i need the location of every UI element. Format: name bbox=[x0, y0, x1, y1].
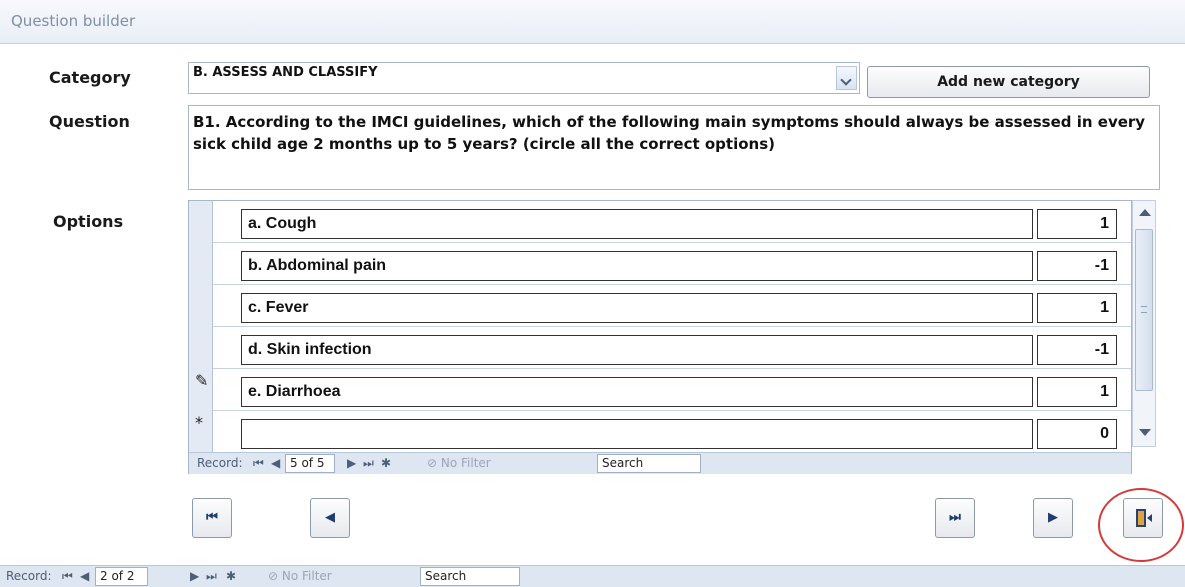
filter-icon: ⊘ bbox=[427, 456, 441, 470]
search-field[interactable]: Search bbox=[597, 454, 701, 473]
option-row: ✎ e. Diarrhoea 1 bbox=[189, 369, 1131, 411]
grip-icon bbox=[1141, 306, 1147, 313]
option-score: 1 bbox=[1100, 383, 1109, 400]
previous-record-icon: ◀ bbox=[325, 510, 335, 525]
options-scrollbar[interactable] bbox=[1132, 200, 1156, 447]
record-position-field[interactable]: 5 of 5 bbox=[285, 454, 335, 473]
add-new-category-button[interactable]: Add new category bbox=[867, 66, 1150, 98]
record-selector[interactable] bbox=[189, 201, 213, 243]
record-selector[interactable] bbox=[189, 285, 213, 327]
question-builder-window: Question builder Category B. ASSESS AND … bbox=[0, 0, 1185, 587]
option-score-field[interactable]: 1 bbox=[1037, 377, 1117, 407]
record-selector[interactable]: ✎ bbox=[189, 369, 213, 411]
option-text: d. Skin infection bbox=[248, 341, 372, 358]
new-record-icon: * bbox=[195, 413, 203, 432]
previous-record-nav-icon[interactable]: ◀ bbox=[80, 569, 89, 583]
first-record-icon: ⏮ bbox=[206, 510, 218, 525]
option-score: 1 bbox=[1100, 299, 1109, 316]
window-titlebar: Question builder bbox=[0, 0, 1185, 44]
record-selector[interactable] bbox=[189, 243, 213, 285]
option-score: 1 bbox=[1100, 215, 1109, 232]
option-text: e. Diarrhoea bbox=[248, 383, 341, 400]
new-record-nav-icon[interactable]: ✱ bbox=[381, 456, 391, 470]
last-record-button[interactable]: ⏭ bbox=[935, 498, 975, 538]
question-textbox[interactable]: B1. According to the IMCI guidelines, wh… bbox=[188, 105, 1160, 190]
new-option-row: * 0 bbox=[189, 411, 1131, 453]
options-subform: a. Cough 1 b. Abdominal pain -1 c. Fever… bbox=[188, 200, 1132, 474]
option-score-field[interactable]: 1 bbox=[1037, 293, 1117, 323]
main-record-navigation: Record: ⏮ ◀ 2 of 2 ▶ ⏭ ✱ ⊘ No Filter Sea… bbox=[0, 565, 1185, 587]
last-record-icon: ⏭ bbox=[949, 510, 961, 525]
option-row: b. Abdominal pain -1 bbox=[189, 243, 1131, 285]
option-text-field[interactable]: a. Cough bbox=[241, 209, 1033, 239]
last-record-nav-icon[interactable]: ⏭ bbox=[363, 456, 374, 471]
option-text-field[interactable]: d. Skin infection bbox=[241, 335, 1033, 365]
exit-button-highlight-circle bbox=[1098, 488, 1184, 562]
option-text: a. Cough bbox=[248, 215, 317, 232]
window-title: Question builder bbox=[11, 12, 136, 30]
pencil-icon: ✎ bbox=[195, 371, 209, 390]
option-score-field[interactable]: -1 bbox=[1037, 251, 1117, 281]
first-record-nav-icon[interactable]: ⏮ bbox=[253, 456, 264, 471]
question-text: B1. According to the IMCI guidelines, wh… bbox=[193, 113, 1146, 153]
chevron-down-icon[interactable] bbox=[836, 66, 857, 90]
option-row: d. Skin infection -1 bbox=[189, 327, 1131, 369]
category-combobox[interactable]: B. ASSESS AND CLASSIFY bbox=[188, 62, 860, 94]
first-record-button[interactable]: ⏮ bbox=[192, 498, 232, 538]
option-row: c. Fever 1 bbox=[189, 285, 1131, 327]
option-score: -1 bbox=[1094, 257, 1109, 274]
subform-record-navigation: Record: ⏮ ◀ 5 of 5 ▶ ⏭ ✱ ⊘ No Filter Sea… bbox=[189, 452, 1131, 474]
option-text-field[interactable]: e. Diarrhoea bbox=[241, 377, 1033, 407]
next-record-nav-icon[interactable]: ▶ bbox=[190, 569, 199, 583]
category-value: B. ASSESS AND CLASSIFY bbox=[193, 65, 378, 80]
previous-record-button[interactable]: ◀ bbox=[310, 498, 350, 538]
option-score: 0 bbox=[1100, 425, 1109, 442]
option-text-field[interactable] bbox=[241, 419, 1033, 449]
scroll-up-icon[interactable] bbox=[1139, 209, 1151, 216]
options-label: Options bbox=[53, 212, 124, 231]
option-text: c. Fever bbox=[248, 299, 309, 316]
previous-record-nav-icon[interactable]: ◀ bbox=[271, 456, 280, 470]
scroll-thumb[interactable] bbox=[1135, 229, 1153, 391]
record-selector[interactable]: * bbox=[189, 411, 213, 453]
next-record-nav-icon[interactable]: ▶ bbox=[347, 456, 356, 470]
option-score-field[interactable]: 0 bbox=[1037, 419, 1117, 449]
record-position-field[interactable]: 2 of 2 bbox=[95, 567, 148, 586]
no-filter-label: No Filter bbox=[440, 456, 491, 470]
option-text-field[interactable]: c. Fever bbox=[241, 293, 1033, 323]
next-record-icon: ▶ bbox=[1048, 510, 1058, 525]
search-field[interactable]: Search bbox=[420, 567, 520, 586]
option-score-field[interactable]: 1 bbox=[1037, 209, 1117, 239]
new-record-nav-icon[interactable]: ✱ bbox=[226, 569, 236, 583]
filter-icon: ⊘ bbox=[268, 569, 282, 583]
last-record-nav-icon[interactable]: ⏭ bbox=[206, 569, 217, 584]
next-record-button[interactable]: ▶ bbox=[1033, 498, 1073, 538]
option-text: b. Abdominal pain bbox=[248, 257, 387, 274]
option-row: a. Cough 1 bbox=[189, 201, 1131, 243]
scroll-down-icon[interactable] bbox=[1139, 429, 1151, 436]
no-filter-indicator[interactable]: ⊘ No Filter bbox=[427, 456, 491, 470]
option-text-field[interactable]: b. Abdominal pain bbox=[241, 251, 1033, 281]
no-filter-indicator[interactable]: ⊘ No Filter bbox=[268, 569, 332, 583]
record-selector[interactable] bbox=[189, 327, 213, 369]
option-score-field[interactable]: -1 bbox=[1037, 335, 1117, 365]
question-label: Question bbox=[49, 112, 130, 131]
first-record-nav-icon[interactable]: ⏮ bbox=[62, 569, 73, 584]
option-score: -1 bbox=[1094, 341, 1109, 358]
record-label: Record: bbox=[6, 569, 52, 583]
no-filter-label: No Filter bbox=[281, 569, 332, 583]
record-label: Record: bbox=[197, 456, 243, 470]
category-label: Category bbox=[49, 68, 131, 87]
